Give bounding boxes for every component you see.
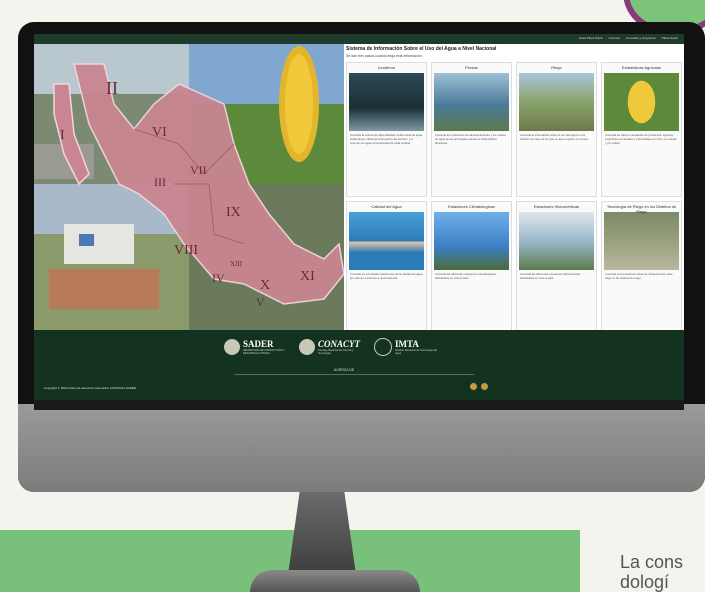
corn-thumbnail (604, 73, 679, 131)
facebook-icon[interactable] (470, 383, 477, 390)
region-label: XI (300, 269, 315, 284)
sader-emblem-icon (224, 339, 240, 355)
card-description: Consulta las diferentes estaciones clima… (435, 272, 496, 280)
weather-station-thumbnail (434, 212, 509, 270)
card-title: Estadísticas Agrícolas (621, 65, 662, 70)
page-title: Sistema de Información Sobre el Uso del … (346, 46, 497, 52)
card-description: Consulta el inventario de obras de infra… (605, 272, 673, 280)
card-description: Consulta los principales parámetros de l… (350, 272, 423, 280)
top-navigation-bar: Hotel Plaza Plaza Conocer Consultar y pr… (34, 34, 684, 44)
logo-name: CONACYT (318, 339, 361, 349)
card-title: Tecnología de Riego en los Distritos de … (606, 204, 677, 214)
card-description: Consulta la información sobre el uso del… (520, 133, 589, 141)
card-title: Estaciones Hidrométricas (533, 204, 580, 209)
conacyt-emblem-icon (299, 339, 315, 355)
irrigation-thumbnail (519, 73, 594, 131)
nav-item[interactable]: Plaza Sacar (662, 36, 678, 40)
water-thumbnail (349, 212, 424, 270)
about-link[interactable]: ACERCA DE (334, 368, 354, 372)
region-label: VIII (174, 243, 198, 258)
card-description: Consulta las diferentes estaciones hidro… (520, 272, 581, 280)
logo-imta[interactable]: IMTA Instituto Mexicano de Tecnología de… (374, 338, 437, 356)
nav-item[interactable]: Consultar y programar (626, 36, 656, 40)
card-estadisticas-agricolas[interactable]: Estadísticas Agrícolas Consulta los últi… (601, 62, 682, 197)
card-estaciones-hidrometricas[interactable]: Estaciones Hidrométricas Consulta las di… (516, 201, 597, 336)
twitter-icon[interactable] (481, 383, 488, 390)
card-presas[interactable]: Presas Consulta los volúmenes de almacen… (431, 62, 512, 197)
card-title: Acuíferos (378, 65, 395, 70)
region-label: III (154, 175, 166, 189)
hero-collage-image: I II III IV V VI VII VIII IX X XI XIII (34, 44, 344, 330)
region-label: I (60, 128, 65, 143)
footer: SADER SECRETARÍA DE AGRICULTURA Y DESARR… (34, 330, 684, 400)
website-screen: Hotel Plaza Plaza Conocer Consultar y pr… (34, 34, 684, 400)
footer-divider (234, 374, 474, 375)
dam-thumbnail (434, 73, 509, 131)
canal-thumbnail (604, 212, 679, 270)
copyright-text: Copyright © 2020 todos los derechos rese… (44, 386, 137, 390)
region-label: XIII (230, 260, 243, 268)
card-title: Calidad del Agua (371, 204, 402, 209)
card-title: Estaciones Climatológicas (448, 204, 495, 209)
hero-collage: I II III IV V VI VII VIII IX X XI XIII (34, 44, 344, 330)
imta-waves-icon (374, 338, 393, 356)
monitor-bezel (18, 404, 705, 492)
nav-item[interactable]: Hotel Plaza Plaza (579, 36, 603, 40)
region-label: X (260, 278, 270, 293)
page-subtitle: Se dan tres pasos cuando llega esta info… (346, 54, 423, 58)
region-label: VI (152, 125, 167, 140)
nav-item[interactable]: Conocer (609, 36, 620, 40)
top-nav: Hotel Plaza Plaza Conocer Consultar y pr… (579, 36, 678, 40)
card-acuiferos[interactable]: Acuíferos Consulta la cartera de disponi… (346, 62, 427, 197)
region-label: IV (212, 271, 225, 285)
aquifer-thumbnail (349, 73, 424, 131)
card-description: Consulta los últimos resultados de produ… (605, 133, 677, 145)
card-description: Consulta la cartera de disponibilidad me… (350, 133, 422, 145)
card-grid: Acuíferos Consulta la cartera de disponi… (346, 62, 682, 336)
side-text: La cons dologí (620, 552, 684, 592)
card-title: Riego (551, 65, 562, 70)
logo-conacyt[interactable]: CONACYT Consejo Nacional de Ciencia y Te… (299, 339, 360, 355)
region-label: II (106, 78, 118, 98)
logo-subtitle: Instituto Mexicano de Tecnología del Agu… (395, 349, 437, 355)
card-description: Consulta los volúmenes de almacenamiento… (435, 133, 506, 145)
card-estaciones-climatologicas[interactable]: Estaciones Climatológicas Consulta las d… (431, 201, 512, 336)
card-title: Presas (465, 65, 478, 70)
region-label: V (256, 295, 265, 309)
logo-sader[interactable]: SADER SECRETARÍA DE AGRICULTURA Y DESARR… (224, 339, 285, 355)
content-area: Sistema de Información Sobre el Uso del … (346, 46, 682, 336)
region-label: VII (190, 163, 207, 177)
card-riego[interactable]: Riego Consulta la información sobre el u… (516, 62, 597, 197)
monitor-stand-base (250, 570, 420, 592)
partner-logos: SADER SECRETARÍA DE AGRICULTURA Y DESARR… (224, 338, 437, 356)
logo-subtitle: Consejo Nacional de Ciencia y Tecnología (318, 349, 354, 355)
region-label: IX (226, 205, 241, 220)
card-calidad-del-agua[interactable]: Calidad del Agua Consulta los principale… (346, 201, 427, 336)
screen-bottom-edge (34, 400, 684, 410)
card-tecnologia-de-riego[interactable]: Tecnología de Riego en los Distritos de … (601, 201, 682, 336)
logo-name: IMTA (395, 339, 419, 349)
hydrometric-station-thumbnail (519, 212, 594, 270)
social-links (470, 383, 488, 390)
logo-name: SADER (243, 339, 274, 349)
logo-subtitle: SECRETARÍA DE AGRICULTURA Y DESARROLLO R… (243, 349, 285, 355)
